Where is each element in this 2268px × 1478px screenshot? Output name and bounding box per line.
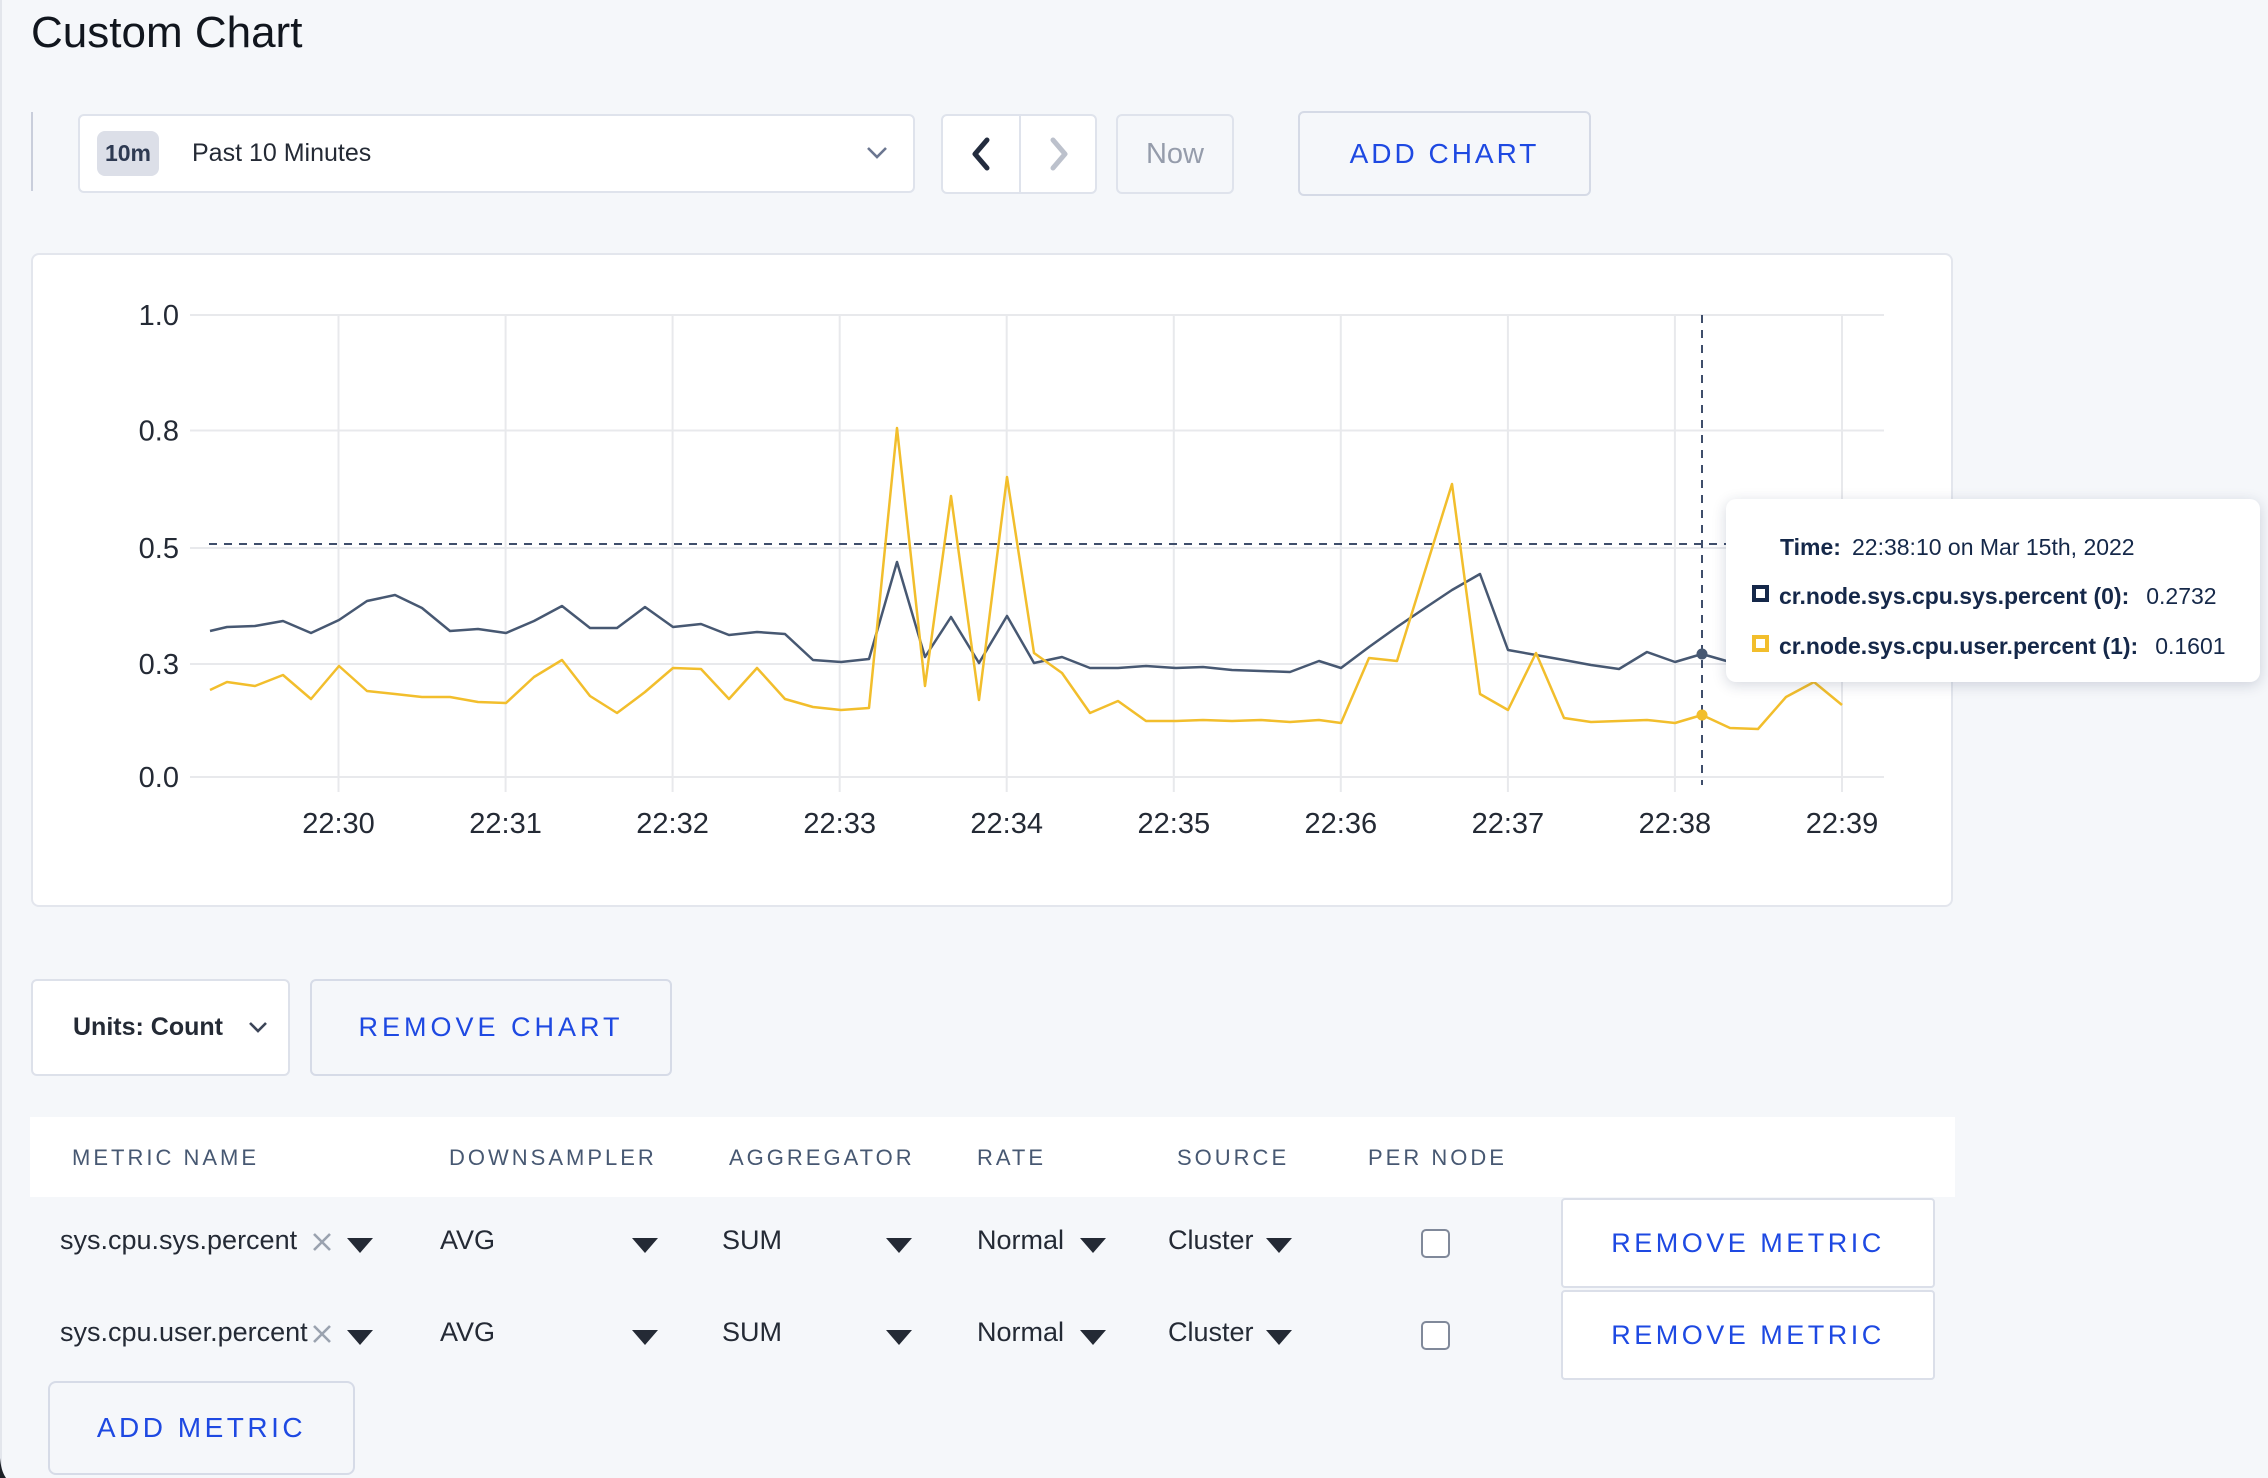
svg-text:22:39: 22:39	[1806, 808, 1879, 840]
svg-text:0.5: 0.5	[139, 533, 179, 565]
svg-text:22:38: 22:38	[1639, 808, 1712, 840]
svg-text:0.8: 0.8	[139, 416, 179, 448]
svg-text:22:37: 22:37	[1472, 808, 1545, 840]
svg-text:22:31: 22:31	[469, 808, 542, 840]
svg-text:0.3: 0.3	[139, 649, 179, 681]
svg-text:22:33: 22:33	[803, 808, 876, 840]
svg-text:22:30: 22:30	[302, 808, 375, 840]
svg-text:22:34: 22:34	[970, 808, 1043, 840]
svg-text:22:36: 22:36	[1305, 808, 1378, 840]
svg-text:22:35: 22:35	[1138, 808, 1211, 840]
svg-text:0.0: 0.0	[139, 762, 179, 794]
svg-text:22:32: 22:32	[636, 808, 709, 840]
svg-text:1.0: 1.0	[139, 300, 179, 332]
